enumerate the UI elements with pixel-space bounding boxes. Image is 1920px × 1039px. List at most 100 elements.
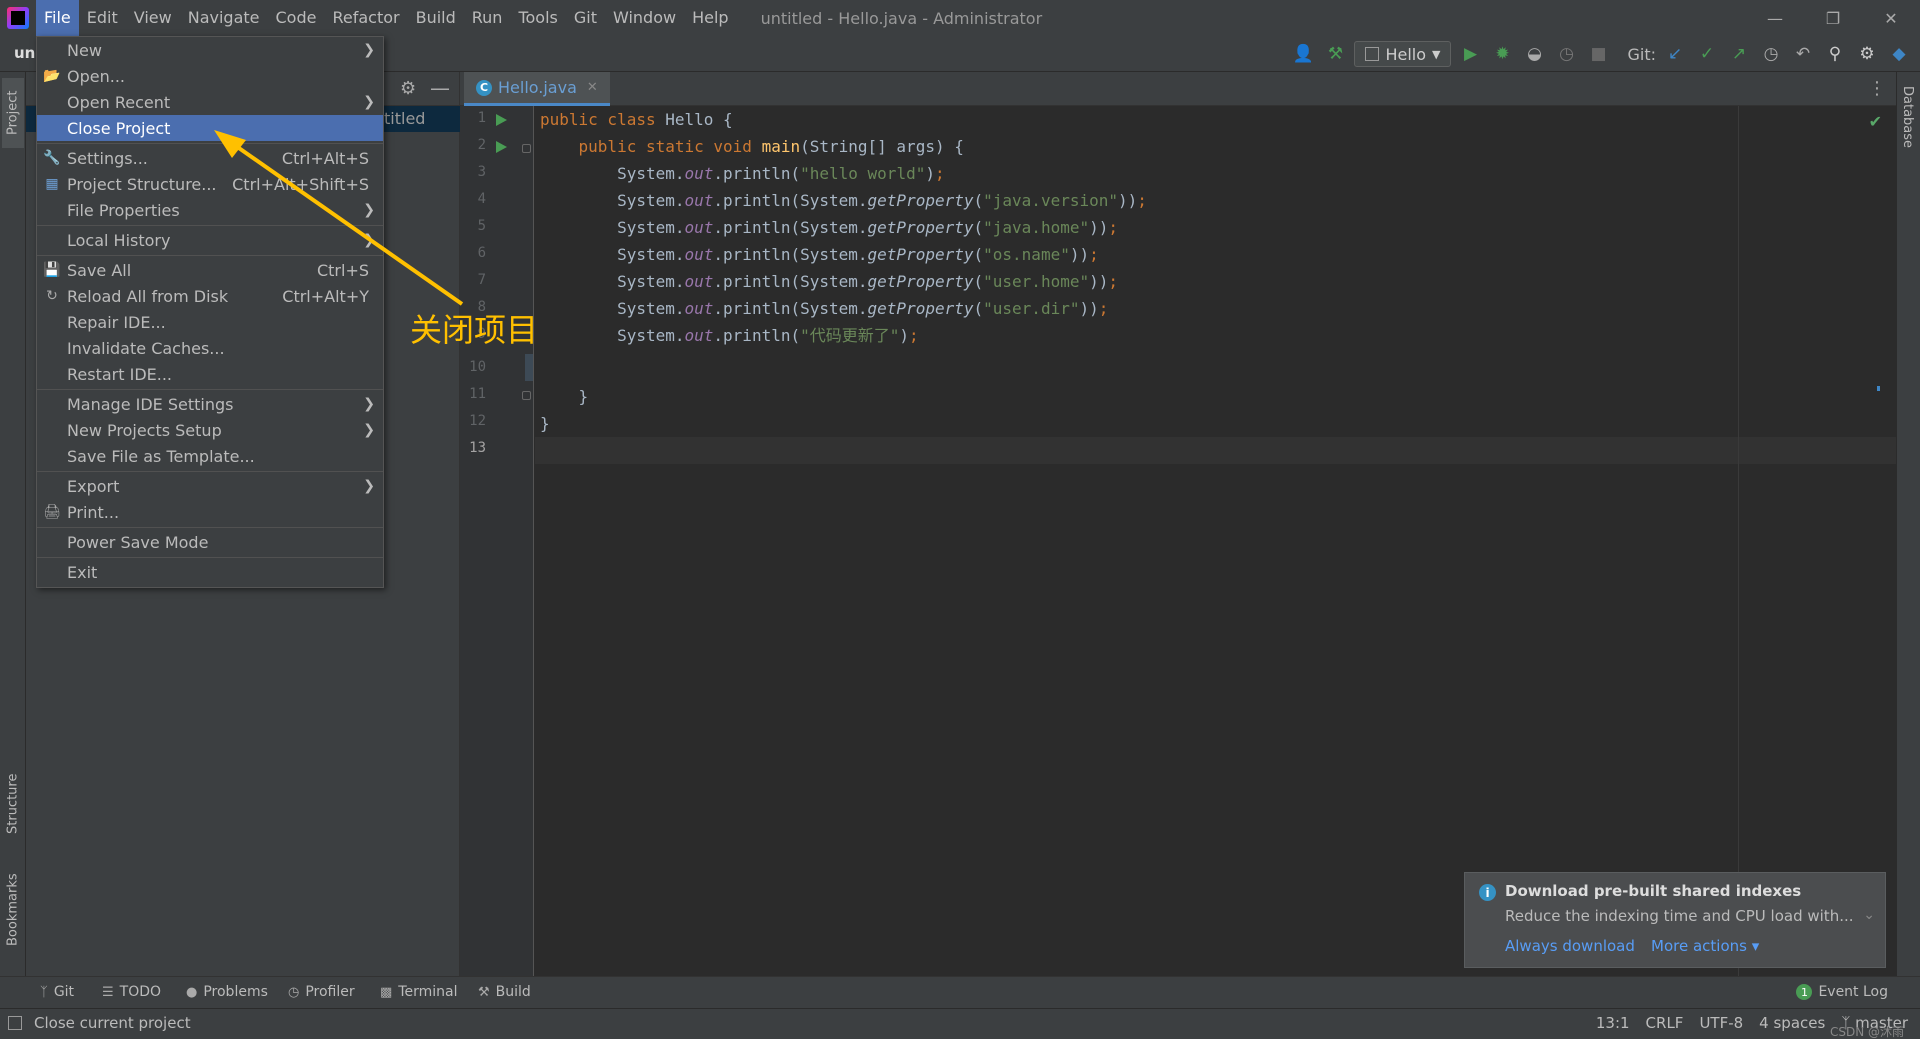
menu-item-restart-ide[interactable]: Restart IDE... <box>37 361 383 387</box>
menu-build[interactable]: Build <box>408 0 464 36</box>
menu-item-open-recent[interactable]: Open Recent ❯ <box>37 89 383 115</box>
line-separator[interactable]: CRLF <box>1646 1014 1684 1032</box>
menu-item-exit[interactable]: Exit <box>37 559 383 585</box>
project-tool-tab[interactable]: Project <box>2 78 24 148</box>
tool-tab-build[interactable]: ⚒ Build <box>478 984 531 1000</box>
notification-body: Reduce the indexing time and CPU load wi… <box>1505 907 1854 925</box>
tool-tab-label: Build <box>495 984 531 1000</box>
tool-tab-problems[interactable]: ● Problems <box>186 984 268 1000</box>
menu-item-save-file-as-template[interactable]: Save File as Template... <box>37 443 383 469</box>
project-breadcrumb[interactable]: un <box>14 44 35 62</box>
menu-help[interactable]: Help <box>684 0 736 36</box>
minimize-button[interactable]: — <box>1746 0 1804 36</box>
menu-item-reload-all[interactable]: ↻ Reload All from Disk Ctrl+Alt+Y <box>37 283 383 309</box>
close-tab-icon[interactable]: ✕ <box>587 80 598 95</box>
run-gutter-icon[interactable] <box>496 114 507 126</box>
close-window-button[interactable]: ✕ <box>1862 0 1920 36</box>
more-actions-link[interactable]: More actions ▾ <box>1651 937 1759 955</box>
menu-item-save-all[interactable]: 💾 Save All Ctrl+S <box>37 257 383 283</box>
menu-item-manage-ide-settings[interactable]: Manage IDE Settings ❯ <box>37 391 383 417</box>
stop-icon[interactable]: ■ <box>1585 41 1611 67</box>
menu-item-new-projects-setup[interactable]: New Projects Setup ❯ <box>37 417 383 443</box>
file-encoding[interactable]: UTF-8 <box>1699 1014 1743 1032</box>
code-editor[interactable]: public class Hello { public static void … <box>525 106 1896 976</box>
bookmarks-tool-tab[interactable]: Bookmarks <box>2 862 24 958</box>
menu-item-project-structure[interactable]: ▦ Project Structure... Ctrl+Alt+Shift+S <box>37 171 383 197</box>
menu-item-open[interactable]: 📂 Open... <box>37 63 383 89</box>
java-class-icon: C <box>476 79 492 96</box>
chevron-right-icon: ❯ <box>363 202 375 218</box>
plugin-logo-icon[interactable]: ◆ <box>1886 41 1912 67</box>
tab-hello-java[interactable]: C Hello.java ✕ <box>464 72 610 106</box>
menu-git[interactable]: Git <box>566 0 605 36</box>
menu-item-power-save-mode[interactable]: Power Save Mode <box>37 529 383 555</box>
more-vertical-icon[interactable]: ⋮ <box>1868 78 1886 99</box>
tool-tab-todo[interactable]: ☰ TODO <box>102 984 161 1000</box>
menu-item-close-project[interactable]: Close Project <box>37 115 383 141</box>
left-tool-strip: Project Structure Bookmarks <box>0 72 26 976</box>
git-label: Git: <box>1627 44 1656 64</box>
tool-tab-label: Terminal <box>398 984 458 1000</box>
menu-item-invalidate-caches[interactable]: Invalidate Caches... <box>37 335 383 361</box>
tool-tab-profiler[interactable]: ◷ Profiler <box>288 984 355 1000</box>
git-update-icon[interactable]: ↙ <box>1662 41 1688 67</box>
rollback-icon[interactable]: ↶ <box>1790 41 1816 67</box>
run-gutter-icon[interactable] <box>496 141 507 153</box>
wrench-icon: 🔧 <box>43 150 61 166</box>
tool-tab-git[interactable]: ᛉ Git <box>40 984 74 1000</box>
build-hammer-icon[interactable]: ⚒ <box>1322 41 1348 67</box>
panel-minimize-icon[interactable]: — <box>430 76 450 100</box>
menu-refactor[interactable]: Refactor <box>324 0 407 36</box>
menu-navigate[interactable]: Navigate <box>180 0 268 36</box>
git-push-icon[interactable]: ↗ <box>1726 41 1752 67</box>
panel-gear-icon[interactable]: ⚙ <box>400 78 416 99</box>
git-commit-icon[interactable]: ✓ <box>1694 41 1720 67</box>
caret-position[interactable]: 13:1 <box>1596 1014 1630 1032</box>
tool-tab-terminal[interactable]: ▩ Terminal <box>380 984 457 1000</box>
menu-view[interactable]: View <box>126 0 180 36</box>
run-icon[interactable]: ▶ <box>1457 41 1483 67</box>
menu-run[interactable]: Run <box>464 0 511 36</box>
folder-icon: 📂 <box>43 68 61 84</box>
menu-item-new[interactable]: New ❯ <box>37 37 383 63</box>
bookmarks-tab-label: Bookmarks <box>5 873 21 947</box>
menu-item-settings[interactable]: 🔧 Settings... Ctrl+Alt+S <box>37 145 383 171</box>
chevron-down-icon[interactable]: ⌄ <box>1863 907 1875 923</box>
tool-windows-toggle-icon[interactable] <box>8 1016 22 1030</box>
menu-code[interactable]: Code <box>268 0 325 36</box>
inspection-ok-icon[interactable]: ✔ <box>1869 112 1882 131</box>
menu-item-export[interactable]: Export ❯ <box>37 473 383 499</box>
restore-button[interactable]: ❐ <box>1804 0 1862 36</box>
menu-item-label: Power Save Mode <box>67 532 209 552</box>
coverage-icon[interactable]: ◒ <box>1521 41 1547 67</box>
line-number: 2 <box>477 137 486 153</box>
menu-separator <box>37 389 383 390</box>
list-icon: ☰ <box>102 984 114 1000</box>
user-icon[interactable]: 👤 <box>1290 41 1316 67</box>
menu-item-label: Exit <box>67 562 98 582</box>
menu-edit[interactable]: Edit <box>79 0 126 36</box>
history-icon[interactable]: ◷ <box>1758 41 1784 67</box>
database-tool-tab[interactable]: Database <box>1900 86 1915 148</box>
search-icon[interactable]: ⚲ <box>1822 41 1848 67</box>
always-download-link[interactable]: Always download <box>1505 937 1635 955</box>
tool-tab-event-log[interactable]: 1 Event Log <box>1796 984 1888 1000</box>
tool-tab-label: TODO <box>119 984 162 1000</box>
fold-marker-icon[interactable] <box>522 144 531 153</box>
gear-icon[interactable]: ⚙ <box>1854 41 1880 67</box>
profile-icon[interactable]: ◷ <box>1553 41 1579 67</box>
chevron-right-icon: ❯ <box>363 478 375 494</box>
menu-window[interactable]: Window <box>605 0 684 36</box>
menu-item-repair-ide[interactable]: Repair IDE... <box>37 309 383 335</box>
indent-setting[interactable]: 4 spaces <box>1759 1014 1825 1032</box>
menu-file[interactable]: File <box>36 0 79 36</box>
debug-icon[interactable]: ✹ <box>1489 41 1515 67</box>
menu-item-print[interactable]: 🖨 Print... <box>37 499 383 525</box>
menu-item-file-properties[interactable]: File Properties ❯ <box>37 197 383 223</box>
menu-item-local-history[interactable]: Local History ❯ <box>37 227 383 253</box>
menu-item-label: Print... <box>67 502 120 522</box>
run-configuration-select[interactable]: Hello ▼ <box>1354 41 1452 67</box>
menu-tools[interactable]: Tools <box>510 0 565 36</box>
fold-marker-icon[interactable] <box>522 391 531 400</box>
structure-tool-tab[interactable]: Structure <box>2 762 24 846</box>
